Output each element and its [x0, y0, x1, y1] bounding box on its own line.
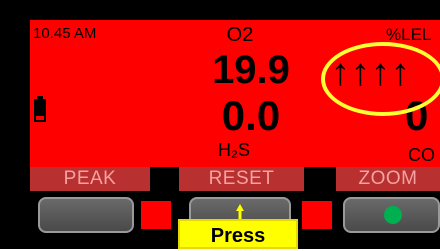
power-indicator-icon — [384, 206, 402, 224]
h2s-value: 0.0 — [221, 92, 281, 139]
gas-detector-device: 10.45 AM O2 %LEL 19.9 ↑↑↑↑ 0.0 0 H₂S CO … — [0, 0, 440, 249]
right-button[interactable] — [343, 197, 440, 233]
device-bezel-top — [0, 0, 440, 20]
left-button[interactable] — [38, 197, 134, 233]
left-status-led — [141, 201, 171, 229]
h2s-label: H₂S — [218, 140, 250, 160]
co-label: CO — [408, 145, 435, 165]
right-status-led — [302, 201, 332, 229]
o2-value: 19.9 — [212, 48, 290, 92]
softkey-peak[interactable]: PEAK — [30, 167, 150, 191]
time-label: 10.45 AM — [33, 25, 97, 42]
battery-icon — [34, 96, 46, 122]
press-callout: Press — [178, 219, 298, 249]
device-bezel-left — [0, 0, 30, 249]
o2-label: O2 — [226, 24, 254, 46]
softkey-zoom[interactable]: ZOOM — [336, 167, 440, 191]
softkey-reset[interactable]: RESET — [179, 167, 304, 191]
lel-highlight-ring — [321, 42, 440, 116]
